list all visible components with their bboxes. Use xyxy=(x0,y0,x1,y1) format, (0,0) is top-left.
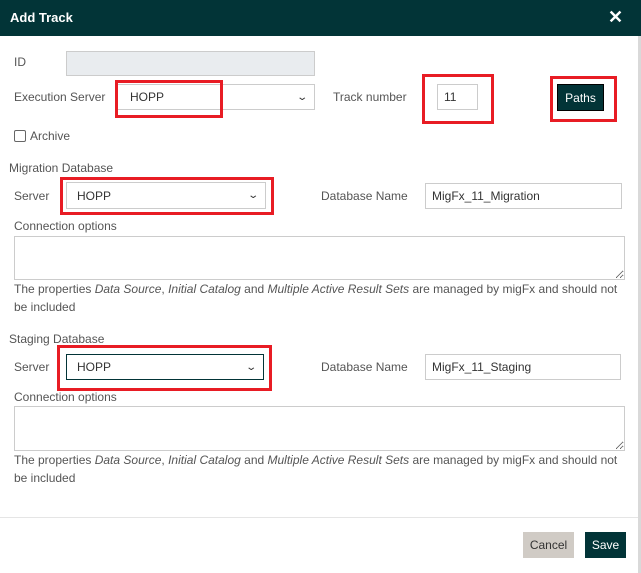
highlight-box xyxy=(60,177,274,215)
staging-db-name-label: Database Name xyxy=(321,360,408,374)
staging-db-name-input[interactable]: MigFx_11_Staging xyxy=(425,354,621,380)
migration-db-name-input[interactable]: MigFx_11_Migration xyxy=(425,183,622,209)
staging-server-label: Server xyxy=(14,360,50,374)
highlight-box xyxy=(550,76,617,122)
archive-checkbox[interactable] xyxy=(14,130,26,142)
track-number-label: Track number xyxy=(333,90,407,104)
highlight-box xyxy=(57,345,272,391)
highlight-box xyxy=(115,80,223,118)
id-input[interactable] xyxy=(66,51,315,76)
execution-server-label: Execution Server xyxy=(14,90,106,104)
migration-conn-label: Connection options xyxy=(14,219,117,233)
migration-db-name-label: Database Name xyxy=(321,189,408,203)
staging-conn-textarea[interactable] xyxy=(14,406,625,451)
staging-conn-label: Connection options xyxy=(14,390,117,404)
close-icon[interactable]: ✕ xyxy=(608,7,623,28)
migration-section-label: Migration Database xyxy=(9,161,114,175)
staging-help-text: The properties Data Source, Initial Cata… xyxy=(14,453,618,485)
id-label: ID xyxy=(14,55,26,69)
cancel-button[interactable]: Cancel xyxy=(523,532,574,558)
dialog-header xyxy=(0,0,641,36)
highlight-box xyxy=(422,74,494,124)
staging-section-label: Staging Database xyxy=(9,332,105,346)
footer-divider xyxy=(0,517,638,518)
migration-conn-textarea[interactable] xyxy=(14,236,625,280)
dialog-title: Add Track xyxy=(10,10,73,25)
save-button[interactable]: Save xyxy=(585,532,626,558)
chevron-down-icon: ⌄ xyxy=(295,91,308,103)
archive-label: Archive xyxy=(30,129,71,143)
migration-help-text: The properties Data Source, Initial Cata… xyxy=(14,282,618,314)
migration-server-label: Server xyxy=(14,189,50,203)
